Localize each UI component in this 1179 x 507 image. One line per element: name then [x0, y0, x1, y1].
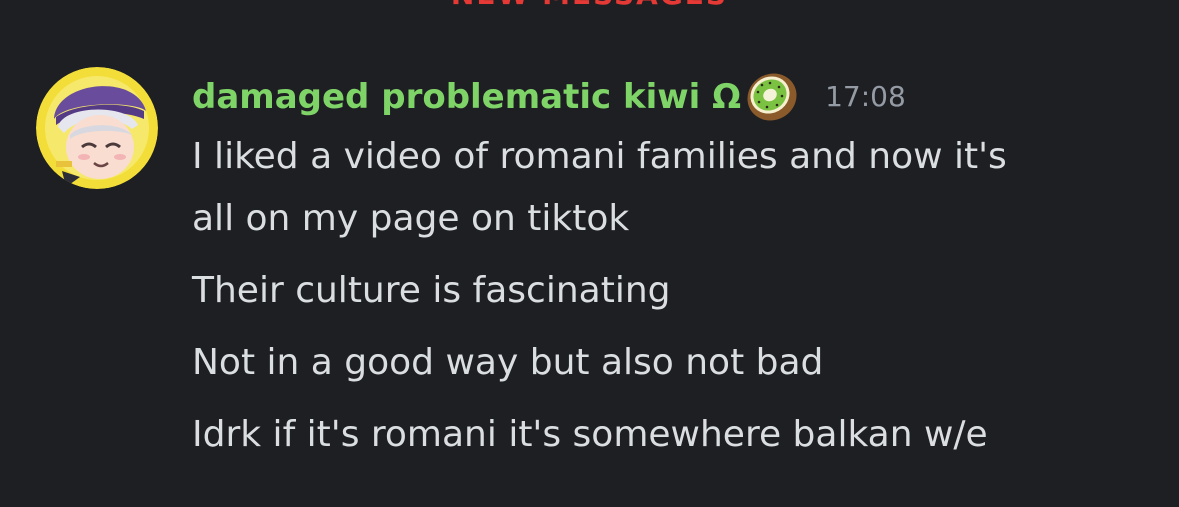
message-content: I liked a video of romani families and n… — [192, 126, 1152, 466]
message-line: all on my page on tiktok — [192, 198, 630, 239]
message-header: damaged problematic kiwi Ω 17:08 — [192, 72, 906, 122]
message-line: Not in a good way but also not bad — [192, 342, 824, 383]
avatar[interactable] — [36, 67, 158, 189]
username[interactable]: damaged problematic kiwi Ω — [192, 72, 741, 122]
message-line: Their culture is fascinating — [192, 270, 671, 311]
new-messages-divider: NEW MESSAGES — [0, 0, 1179, 10]
message-line: Idrk if it's romani it's somewhere balka… — [192, 414, 988, 455]
avatar-image — [36, 67, 158, 189]
message-line: I liked a video of romani families and n… — [192, 136, 1007, 177]
timestamp: 17:08 — [825, 80, 906, 113]
kiwi-icon — [745, 70, 799, 124]
